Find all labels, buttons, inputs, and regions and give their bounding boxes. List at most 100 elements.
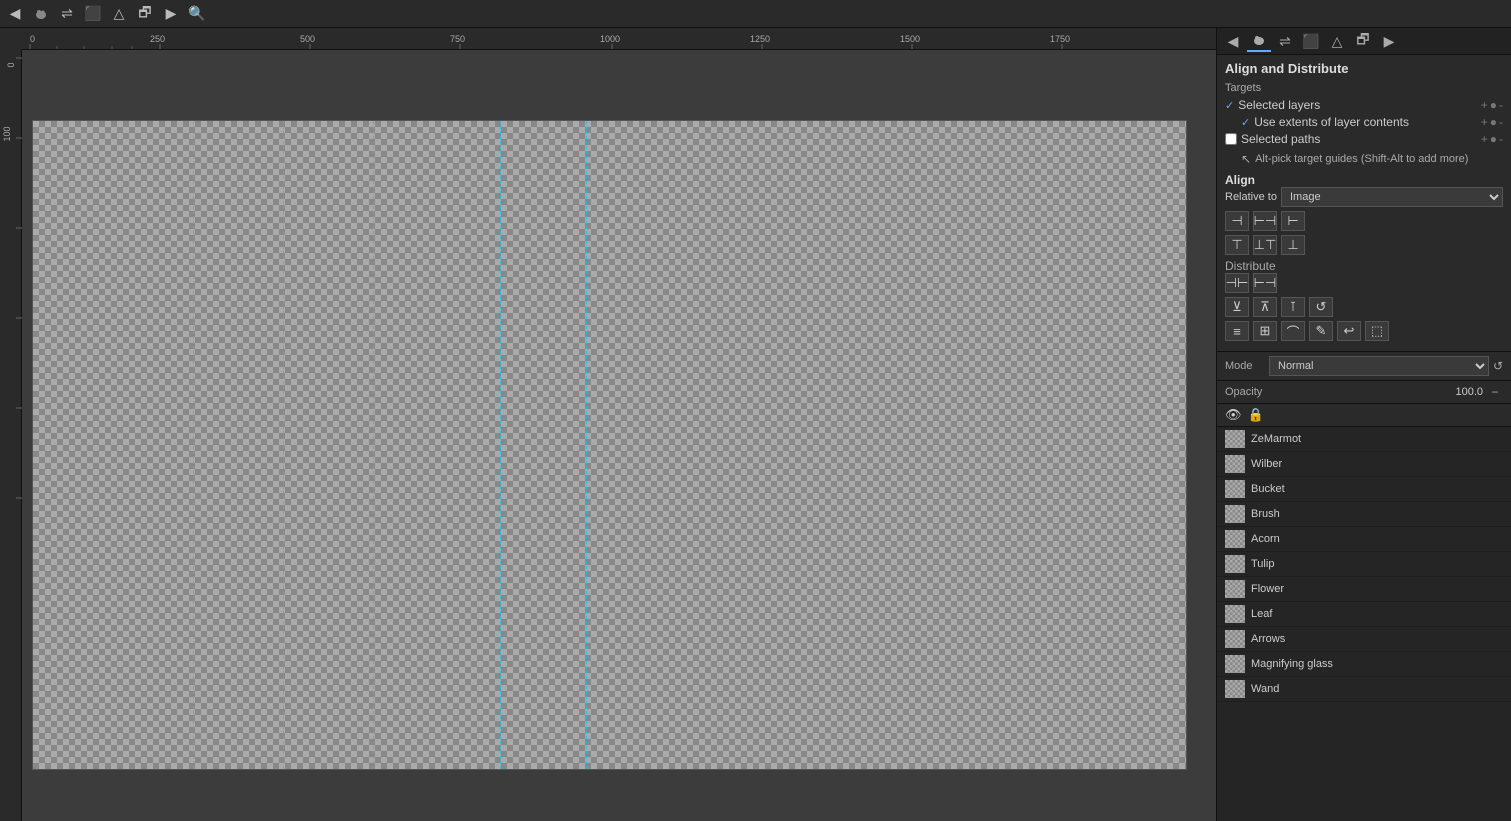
align-bottom-btn[interactable]: ⊥ — [1281, 235, 1305, 255]
guide-line-2 — [283, 121, 284, 769]
distribute-misc-2[interactable]: ⊼ — [1253, 297, 1277, 317]
distribute-misc-3[interactable]: ⊺ — [1281, 297, 1305, 317]
align-hcenter-btn[interactable]: ⊢⊣ — [1253, 211, 1277, 231]
layer-wilber[interactable]: Wilber — [1217, 452, 1511, 477]
layer-wand[interactable]: Wand — [1217, 677, 1511, 702]
align-extra-4[interactable]: ✎ — [1309, 321, 1333, 341]
mode-refresh-icon[interactable]: ↺ — [1493, 359, 1503, 373]
align-vcenter-btn[interactable]: ⊥⊤ — [1253, 235, 1277, 255]
layer-arrows[interactable]: Arrows — [1217, 627, 1511, 652]
align-extra-6[interactable]: ⬚ — [1365, 321, 1389, 341]
align-right-btn[interactable]: ⊢ — [1281, 211, 1305, 231]
visibility-icon[interactable]: 👁 — [1225, 407, 1242, 423]
lock-icon[interactable]: 🔒 — [1248, 407, 1264, 423]
guide-line-3 — [373, 121, 374, 769]
align-extra-2[interactable]: ⊞ — [1253, 321, 1277, 341]
use-extents-checkmark: ✓ — [1241, 116, 1250, 129]
toolbar-arrow-icon[interactable]: ▶ — [160, 3, 182, 25]
distribute-misc-4[interactable]: ↺ — [1309, 297, 1333, 317]
tab-arrow-btn[interactable]: ▶ — [1377, 30, 1401, 52]
layer-name-leaf: Leaf — [1251, 608, 1272, 620]
svg-text:250: 250 — [150, 34, 165, 44]
dot3c: - — [1499, 132, 1503, 146]
selected-paths-checkbox[interactable] — [1225, 133, 1237, 145]
toolbar-rect-icon[interactable]: ⬛ — [82, 3, 104, 25]
selected-layers-dots: + ● - — [1481, 98, 1503, 112]
vertical-ruler-svg: 0 100 — [0, 50, 22, 821]
align-distribute-section: Align and Distribute Targets ✓ Selected … — [1217, 55, 1511, 352]
top-toolbar: ◀ ⇌ ⬛ △ 🗗 ▶ 🔍 — [0, 0, 1511, 28]
svg-text:100: 100 — [2, 126, 12, 141]
toolbar-search-icon[interactable]: 🔍 — [186, 3, 208, 25]
layer-brush[interactable]: Brush — [1217, 502, 1511, 527]
toolbar-window-icon[interactable]: 🗗 — [134, 3, 156, 25]
layer-thumb-brush — [1225, 505, 1245, 523]
tab-curve-btn[interactable]: △ — [1325, 30, 1349, 52]
opacity-label: Opacity — [1225, 386, 1275, 398]
layer-tulip[interactable]: Tulip — [1217, 552, 1511, 577]
tab-icons-row: ◀ ⇌ ⬛ △ 🗗 ▶ — [1217, 28, 1511, 55]
svg-text:0: 0 — [6, 62, 16, 67]
layer-name-wand: Wand — [1251, 683, 1279, 695]
canvas-viewport[interactable] — [22, 50, 1216, 821]
layer-bucket[interactable]: Bucket — [1217, 477, 1511, 502]
main-area: 0 250 500 750 1000 1250 1500 1750 — [0, 28, 1511, 821]
align-top-btn[interactable]: ⊤ — [1225, 235, 1249, 255]
align-extra-1[interactable]: ≡ — [1225, 321, 1249, 341]
layer-leaf[interactable]: Leaf — [1217, 602, 1511, 627]
layer-thumb-zemarmot — [1225, 430, 1245, 448]
relative-to-label: Relative to — [1225, 191, 1277, 203]
opacity-row: Opacity 100.0 − — [1217, 381, 1511, 404]
mode-row: Mode Normal Multiply Screen ↺ — [1217, 352, 1511, 381]
selected-paths-row: Selected paths + ● - — [1225, 132, 1503, 146]
mode-select[interactable]: Normal Multiply Screen — [1269, 356, 1489, 376]
selected-layers-label[interactable]: ✓ Selected layers — [1225, 98, 1320, 112]
tab-rect-btn[interactable]: ⬛ — [1299, 30, 1323, 52]
horizontal-ruler: 0 250 500 750 1000 1250 1500 1750 — [22, 28, 1216, 50]
selected-paths-label[interactable]: Selected paths — [1225, 132, 1320, 146]
toolbar-curve-icon[interactable]: △ — [108, 3, 130, 25]
dot2c: ● — [1490, 132, 1497, 146]
layer-flower[interactable]: Flower — [1217, 577, 1511, 602]
layer-thumb-acorn — [1225, 530, 1245, 548]
svg-text:1000: 1000 — [600, 34, 620, 44]
layer-zemarmot[interactable]: ZeMarmot — [1217, 427, 1511, 452]
layer-name-magnifying-glass: Magnifying glass — [1251, 658, 1333, 670]
layer-thumb-arrows — [1225, 630, 1245, 648]
tab-window-btn[interactable]: 🗗 — [1351, 30, 1375, 52]
distribute-misc-1[interactable]: ⊻ — [1225, 297, 1249, 317]
use-extents-dots: + ● - — [1481, 115, 1503, 129]
layer-acorn[interactable]: Acorn — [1217, 527, 1511, 552]
distribute-h-center-btn[interactable]: ⊢⊣ — [1253, 273, 1277, 293]
tab-wilber-btn[interactable] — [1247, 30, 1271, 52]
distribute-row-2: ⊻ ⊼ ⊺ ↺ — [1225, 297, 1503, 317]
use-extents-label[interactable]: ✓ Use extents of layer contents — [1241, 115, 1409, 129]
toolbar-distribute-icon[interactable]: ⇌ — [56, 3, 78, 25]
opacity-minus-btn[interactable]: − — [1487, 385, 1503, 399]
opacity-value: 100.0 — [1279, 386, 1483, 398]
align-extra-5[interactable]: ↩ — [1337, 321, 1361, 341]
align-distribute-title: Align and Distribute — [1225, 61, 1503, 76]
relative-to-row: Relative to First item Last item Smalles… — [1225, 187, 1503, 207]
svg-text:0: 0 — [30, 34, 35, 44]
selected-layers-checkmark: ✓ — [1225, 99, 1234, 112]
layer-list[interactable]: ZeMarmot Wilber Bucket Brush Acorn Tulip — [1217, 427, 1511, 821]
layer-name-arrows: Arrows — [1251, 633, 1285, 645]
layer-name-brush: Brush — [1251, 508, 1280, 520]
layer-name-wilber: Wilber — [1251, 458, 1282, 470]
toolbar-back-icon[interactable]: ◀ — [4, 3, 26, 25]
layer-name-tulip: Tulip — [1251, 558, 1274, 570]
distribute-h-left-btn[interactable]: ⊣⊢ — [1225, 273, 1249, 293]
tab-distribute-btn[interactable]: ⇌ — [1273, 30, 1297, 52]
align-extra-3[interactable]: ⌒ — [1281, 321, 1305, 341]
layer-name-flower: Flower — [1251, 583, 1284, 595]
canvas-content — [32, 120, 1187, 770]
align-left-btn[interactable]: ⊣ — [1225, 211, 1249, 231]
layer-magnifying-glass[interactable]: Magnifying glass — [1217, 652, 1511, 677]
toolbar-wilber-icon[interactable] — [30, 3, 52, 25]
relative-to-select[interactable]: First item Last item Smallest item Bigge… — [1281, 187, 1503, 207]
svg-text:500: 500 — [300, 34, 315, 44]
mode-label: Mode — [1225, 360, 1265, 372]
ruler-svg: 0 250 500 750 1000 1250 1500 1750 — [22, 28, 1216, 50]
tab-back-btn[interactable]: ◀ — [1221, 30, 1245, 52]
